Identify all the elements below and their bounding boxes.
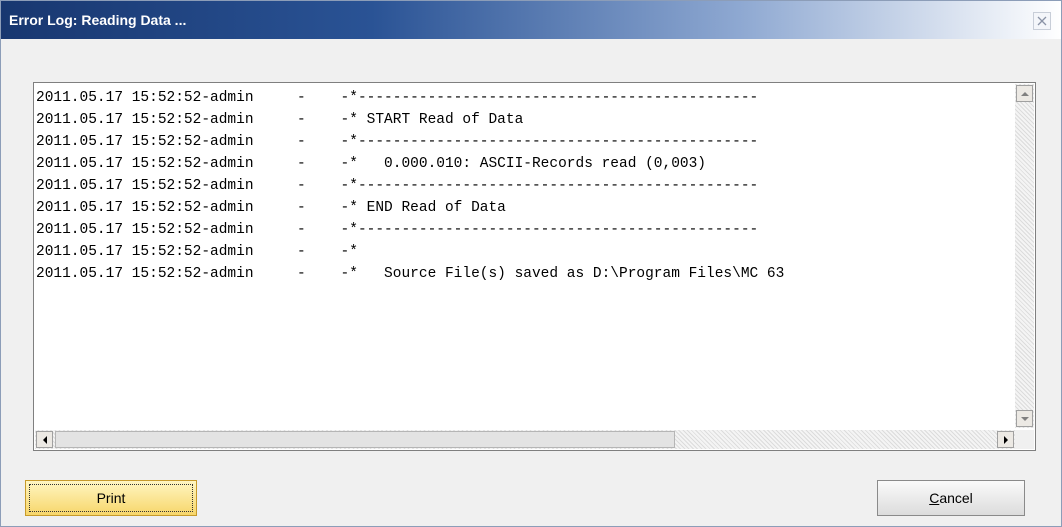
title-bar[interactable]: Error Log: Reading Data ...	[1, 1, 1061, 39]
log-line: 2011.05.17 15:52:52-admin - -* Source Fi…	[36, 266, 785, 282]
window-title: Error Log: Reading Data ...	[9, 12, 187, 28]
scroll-down-button[interactable]	[1016, 410, 1033, 427]
cancel-button[interactable]: Cancel	[877, 480, 1025, 516]
log-line: 2011.05.17 15:52:52-admin - -*----------…	[36, 90, 759, 106]
log-line: 2011.05.17 15:52:52-admin - -*----------…	[36, 222, 759, 238]
print-button-label: Print	[96, 490, 126, 506]
close-icon	[1037, 16, 1047, 26]
horizontal-scroll-thumb[interactable]	[55, 431, 675, 448]
log-content: 2011.05.17 15:52:52-admin - -*----------…	[36, 87, 1006, 427]
print-button[interactable]: Print	[25, 480, 197, 516]
vertical-scrollbar[interactable]	[1015, 84, 1034, 428]
scroll-up-button[interactable]	[1016, 85, 1033, 102]
log-line: 2011.05.17 15:52:52-admin - -* 0.000.010…	[36, 156, 707, 172]
error-log-window: Error Log: Reading Data ... 2011.05.17 1…	[0, 0, 1062, 527]
horizontal-scrollbar[interactable]	[35, 430, 1015, 449]
scroll-left-button[interactable]	[36, 431, 53, 448]
cancel-button-label: ancel	[939, 490, 973, 506]
close-button[interactable]	[1033, 12, 1051, 30]
log-text-area[interactable]: 2011.05.17 15:52:52-admin - -*----------…	[33, 82, 1036, 451]
arrow-right-icon	[1004, 436, 1008, 444]
scroll-right-button[interactable]	[997, 431, 1014, 448]
arrow-up-icon	[1021, 92, 1029, 96]
cancel-mnemonic: C	[929, 490, 940, 506]
log-line: 2011.05.17 15:52:52-admin - -*----------…	[36, 134, 759, 150]
arrow-down-icon	[1021, 417, 1029, 421]
log-line: 2011.05.17 15:52:52-admin - -*	[36, 244, 358, 260]
log-line: 2011.05.17 15:52:52-admin - -* END Read …	[36, 200, 506, 216]
dialog-body: 2011.05.17 15:52:52-admin - -*----------…	[1, 39, 1061, 526]
log-line: 2011.05.17 15:52:52-admin - -*----------…	[36, 178, 759, 194]
log-line: 2011.05.17 15:52:52-admin - -* START Rea…	[36, 112, 524, 128]
scrollbar-corner	[1015, 430, 1034, 449]
arrow-left-icon	[43, 436, 47, 444]
